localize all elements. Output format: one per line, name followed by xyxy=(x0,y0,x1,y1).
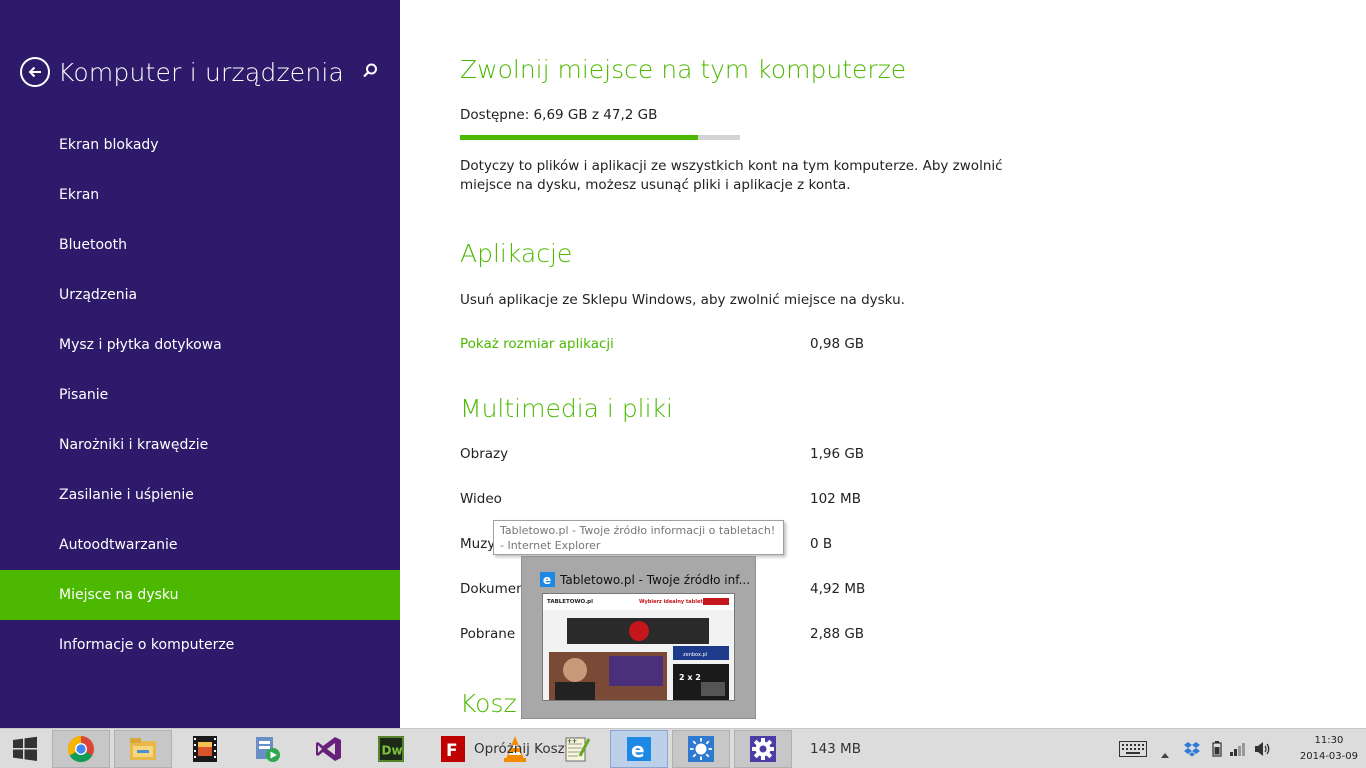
trash-size-value: 143 MB xyxy=(810,741,861,757)
media-row-value: 102 MB xyxy=(810,491,861,507)
nav-item-informacje[interactable]: Informacje o komputerze xyxy=(0,620,400,670)
svg-text:Dw: Dw xyxy=(382,744,403,758)
filezilla-icon: F xyxy=(441,736,465,762)
trash-heading: Kosz xyxy=(460,689,517,718)
nav-item-urzadzenia[interactable]: Urządzenia xyxy=(0,270,400,320)
speaker-icon xyxy=(1255,742,1270,756)
thumbnail-title-text: Tabletowo.pl - Twoje źródło inf... xyxy=(560,572,751,587)
disk-usage-fill xyxy=(460,135,698,140)
media-row-label: Wideo xyxy=(460,491,502,507)
empty-trash-button[interactable]: Opróżnij Kosz xyxy=(474,741,565,757)
folder-icon xyxy=(130,738,156,760)
chevron-up-icon xyxy=(1161,753,1169,758)
media-player-icon xyxy=(256,737,280,762)
svg-text:e: e xyxy=(543,573,551,587)
nav-item-bluetooth[interactable]: Bluetooth xyxy=(0,220,400,270)
network-tray-button[interactable] xyxy=(1229,741,1247,761)
internet-explorer-icon: e xyxy=(540,572,555,587)
taskbar-brightness-app[interactable] xyxy=(672,730,730,768)
apps-size-value: 0,98 GB xyxy=(810,336,865,352)
media-row-value: 1,96 GB xyxy=(810,446,865,462)
chrome-icon xyxy=(67,735,94,763)
touch-keyboard-button[interactable] xyxy=(1119,741,1147,761)
clock-date: 2014-03-09 xyxy=(1299,751,1358,762)
taskbar-visual-studio[interactable] xyxy=(300,730,358,768)
svg-text:++: ++ xyxy=(567,738,577,745)
signal-bars-icon xyxy=(1230,743,1245,756)
internet-explorer-icon: e xyxy=(627,737,651,762)
available-space-text: Dostępne: 6,69 GB z 47,2 GB xyxy=(460,107,658,123)
taskbar-tooltip: Tabletowo.pl - Twoje źródło informacji o… xyxy=(493,520,784,555)
search-icon xyxy=(363,63,377,78)
nav-item-miejsce-na-dysku[interactable]: Miejsce na dysku xyxy=(0,570,400,620)
start-button[interactable] xyxy=(0,729,50,768)
windows-logo-icon xyxy=(13,736,37,761)
preview-banner: Wybierz idealny tablet xyxy=(639,599,703,605)
nav-item-mysz[interactable]: Mysz i płytka dotykowa xyxy=(0,320,400,370)
dropbox-icon xyxy=(1184,742,1200,757)
taskbar-settings[interactable] xyxy=(734,730,792,768)
clock[interactable]: 11:30 2014-03-09 xyxy=(1300,733,1358,765)
media-row-value: 4,92 MB xyxy=(810,581,866,597)
disk-usage-bar xyxy=(460,135,740,140)
arrow-left-icon xyxy=(28,66,41,78)
film-strip-icon xyxy=(193,736,217,762)
notepad-plus-plus-icon: ++ xyxy=(565,737,591,762)
keyboard-icon xyxy=(1119,741,1147,757)
dropbox-tray-button[interactable] xyxy=(1183,741,1201,761)
website-preview-image: TABLETOWO.pl Wybierz idealny tablet zenb… xyxy=(543,594,734,700)
preview-site-logo: TABLETOWO.pl xyxy=(547,599,593,605)
taskbar-chrome[interactable] xyxy=(52,730,110,768)
visual-studio-icon xyxy=(316,737,341,761)
media-row-value: 2,88 GB xyxy=(810,626,865,642)
nav-item-narozniki[interactable]: Narożniki i krawędzie xyxy=(0,420,400,470)
svg-text:e: e xyxy=(631,738,645,762)
show-hidden-icons-button[interactable] xyxy=(1160,744,1170,763)
taskbar-media-player[interactable] xyxy=(238,730,296,768)
taskbar-file-explorer[interactable] xyxy=(114,730,172,768)
taskbar-internet-explorer[interactable]: e xyxy=(610,730,668,768)
website-preview: TABLETOWO.pl Wybierz idealny tablet zenb… xyxy=(542,593,735,701)
nav-item-autoodtwarzanie[interactable]: Autoodtwarzanie xyxy=(0,520,400,570)
media-row-label: Pobrane xyxy=(460,626,516,642)
svg-text:F: F xyxy=(446,741,458,761)
nav-item-ekran-blokady[interactable]: Ekran blokady xyxy=(0,120,400,170)
gear-icon xyxy=(750,736,776,762)
battery-icon xyxy=(1212,741,1222,757)
sidebar-header: Komputer i urządzenia xyxy=(20,52,385,92)
apps-heading: Aplikacje xyxy=(460,239,573,268)
back-button[interactable] xyxy=(20,57,50,87)
page-title: Zwolnij miejsce na tym komputerze xyxy=(460,55,907,84)
media-row-label: Obrazy xyxy=(460,446,509,462)
sun-icon xyxy=(688,736,714,762)
volume-tray-button[interactable] xyxy=(1254,741,1272,761)
nav-item-ekran[interactable]: Ekran xyxy=(0,170,400,220)
dreamweaver-icon: Dw xyxy=(378,736,404,762)
search-button[interactable] xyxy=(360,61,380,81)
nav-item-zasilanie[interactable]: Zasilanie i uśpienie xyxy=(0,470,400,520)
thumbnail-title: e Tabletowo.pl - Twoje źródło inf... xyxy=(540,572,750,587)
description-text: Dotyczy to plików i aplikacji ze wszystk… xyxy=(460,158,1003,193)
taskbar-dreamweaver[interactable]: Dw xyxy=(362,730,420,768)
taskbar-movie-studio[interactable] xyxy=(176,730,234,768)
preview-sponsor: zenbox.pl xyxy=(683,652,707,658)
apps-text: Usuń aplikacje ze Sklepu Windows, aby zw… xyxy=(460,292,905,308)
taskbar: Dw F ++ e 11:30 2014-03-09 xyxy=(0,728,1366,768)
battery-tray-button[interactable] xyxy=(1212,741,1222,761)
sidebar-title: Komputer i urządzenia xyxy=(58,57,345,87)
show-app-size-link[interactable]: Pokaż rozmiar aplikacji xyxy=(460,336,614,352)
ie-thumbnail-preview[interactable]: e Tabletowo.pl - Twoje źródło inf... TAB… xyxy=(521,556,756,719)
media-row-value: 0 B xyxy=(810,536,833,552)
media-heading: Multimedia i pliki xyxy=(460,394,674,423)
nav-item-pisanie[interactable]: Pisanie xyxy=(0,370,400,420)
settings-nav: Ekran blokady Ekran Bluetooth Urządzenia… xyxy=(0,120,400,670)
preview-promo: 2 x 2 xyxy=(679,673,701,682)
clock-time: 11:30 xyxy=(1314,735,1344,746)
sidebar: Komputer i urządzenia Ekran blokady Ekra… xyxy=(0,0,400,728)
